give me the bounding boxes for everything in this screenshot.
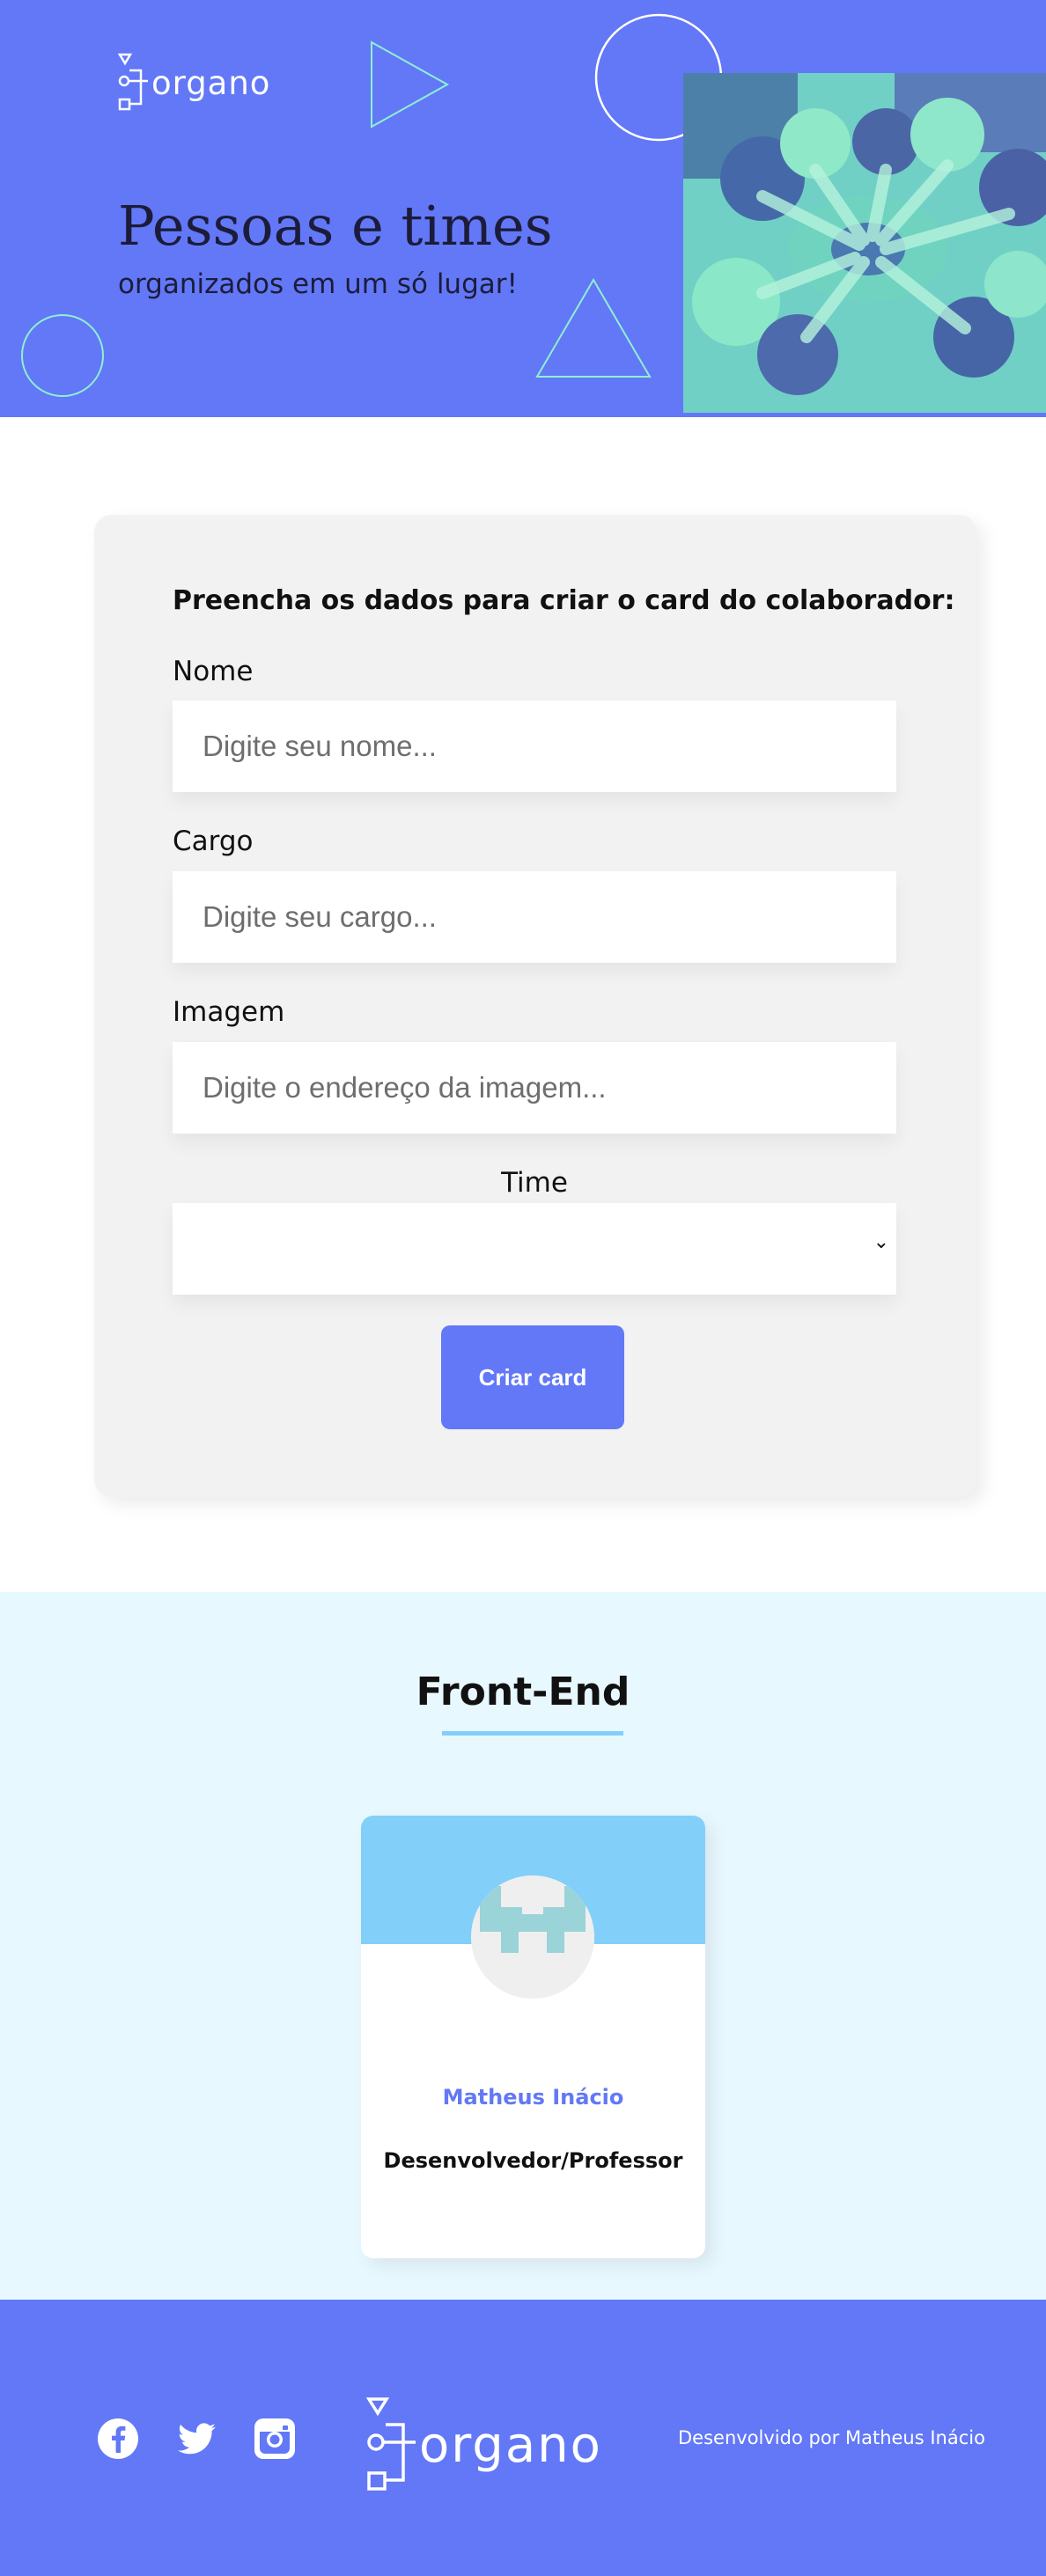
team-section-front-end: Front-End Matheus Inácio Desenvolvedor/P… — [0, 1592, 1046, 2300]
organo-logo-icon — [118, 53, 148, 111]
banner-logo: organo — [118, 53, 270, 113]
facebook-icon[interactable] — [97, 2418, 139, 2460]
banner-subtitle: organizados em um só lugar! — [118, 268, 518, 300]
banner: organo Pessoas e times organizados em um… — [0, 0, 1046, 417]
image-url-field[interactable] — [173, 1042, 896, 1134]
organo-logo-icon — [366, 2397, 416, 2491]
team-photo — [683, 73, 1046, 413]
team-select[interactable]: ⌄ — [173, 1203, 896, 1295]
collaborator-card: Matheus Inácio Desenvolvedor/Professor — [361, 1816, 705, 2258]
collaborator-form: Preencha os dados para criar o card do c… — [94, 515, 976, 1497]
twitter-icon[interactable] — [175, 2418, 217, 2460]
footer-logo-text: organo — [419, 2416, 602, 2474]
name-field[interactable] — [173, 701, 896, 792]
avatar — [471, 1875, 594, 1999]
team-title: Front-End — [416, 1670, 630, 1714]
banner-title: Pessoas e times — [118, 194, 553, 258]
avatar-placeholder-icon — [471, 1875, 594, 1999]
logo-text: organo — [151, 63, 271, 102]
footer-logo: organo — [366, 2396, 602, 2493]
image-field-label: Imagem — [173, 996, 285, 1028]
triangle-outline-decoration — [371, 40, 450, 128]
footer-credit: Desenvolvido por Matheus Inácio — [678, 2427, 985, 2448]
create-card-button[interactable]: Criar card — [441, 1325, 624, 1429]
collaborator-name: Matheus Inácio — [442, 2085, 624, 2110]
role-field[interactable] — [173, 871, 896, 963]
collaborator-role: Desenvolvedor/Professor — [383, 2148, 683, 2173]
chevron-down-icon: ⌄ — [873, 1231, 889, 1253]
role-field-label: Cargo — [173, 826, 254, 857]
instagram-icon[interactable] — [254, 2418, 296, 2460]
team-title-underline — [442, 1731, 623, 1736]
team-select-label: Time — [501, 1167, 568, 1199]
triangle-outline-decoration-lower — [535, 278, 652, 378]
form-heading: Preencha os dados para criar o card do c… — [173, 585, 955, 616]
footer: organo Desenvolvido por Matheus Inácio — [0, 2300, 1046, 2576]
name-field-label: Nome — [173, 656, 254, 687]
circle-outline-decoration-small — [21, 314, 104, 397]
